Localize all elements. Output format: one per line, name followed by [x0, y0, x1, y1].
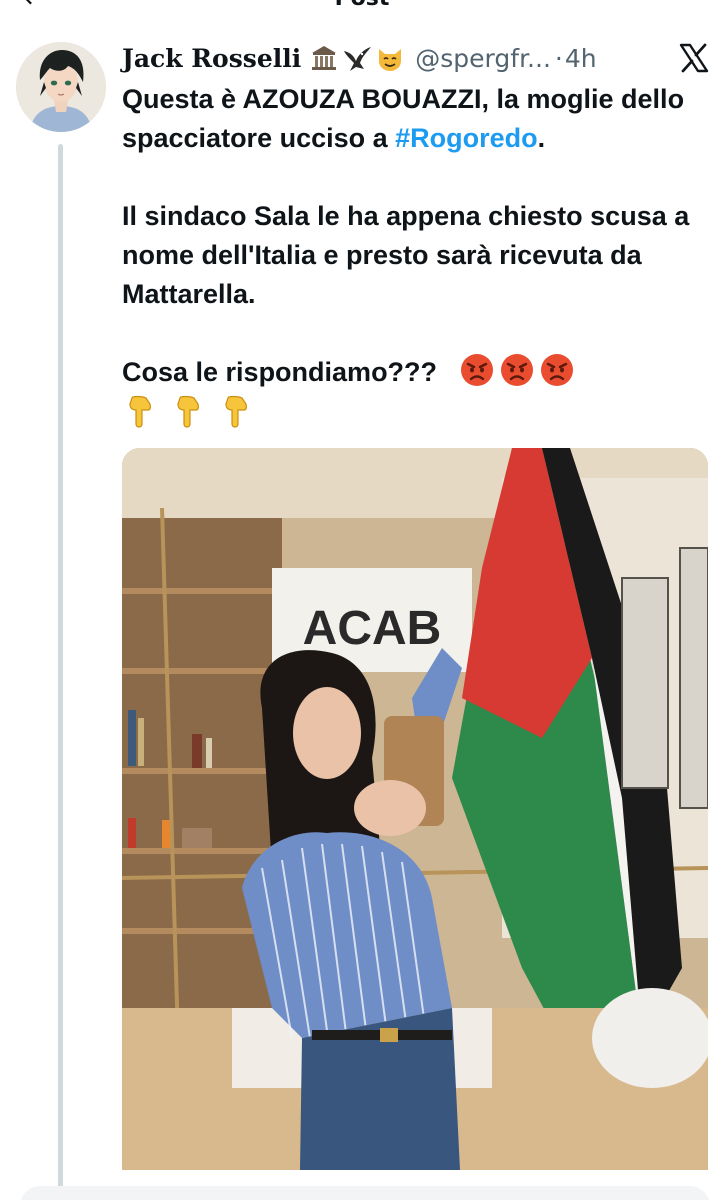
x-logo-icon[interactable] — [678, 42, 710, 74]
author-name-emojis — [309, 43, 405, 73]
author-display-name[interactable]: Jack Rosselli — [122, 44, 301, 73]
angry-face-icon — [541, 354, 574, 386]
pointing-emoji-row — [122, 392, 712, 431]
anime-avatar-icon — [16, 42, 106, 132]
smiling-cat-icon — [379, 49, 402, 71]
post-media-image[interactable]: ACAB — [122, 448, 708, 1170]
mirror-selfie-photo: ACAB — [122, 448, 708, 1170]
avatar[interactable] — [16, 42, 106, 132]
tweet-paragraph-1: Questa è AZOUZA BOUAZZI, la moglie dello… — [122, 80, 712, 158]
post-time[interactable]: 4h — [565, 44, 597, 73]
banner-text: ACAB — [303, 602, 442, 655]
tweet-text: Questa è AZOUZA BOUAZZI, la moglie dello… — [122, 80, 712, 431]
classical-building-icon — [312, 46, 337, 70]
thread-line — [58, 144, 63, 1200]
tweet-question: Cosa le rispondiamo??? — [122, 357, 438, 387]
pointing-down-icon — [225, 395, 247, 428]
pointing-down-icon — [129, 395, 151, 428]
tweet-header: Jack Rosselli @spergfr... · 4h — [122, 36, 712, 80]
eagle-icon — [344, 47, 372, 71]
angry-face-icon — [461, 354, 494, 386]
hashtag-link[interactable]: #Rogoredo — [395, 123, 538, 153]
separator-dot: · — [554, 43, 563, 73]
tweet-paragraph-3: Cosa le rispondiamo??? — [122, 353, 712, 392]
author-handle[interactable]: @spergfr... — [415, 44, 551, 73]
angry-face-icon — [501, 354, 534, 386]
tweet-text-part: . — [537, 123, 546, 153]
pointing-down-icon — [177, 395, 199, 428]
top-nav-bar: ← Post — [0, 0, 724, 12]
tweet-paragraph-2: Il sindaco Sala le ha appena chiesto scu… — [122, 201, 690, 309]
page-title: Post — [0, 0, 724, 11]
reply-bar[interactable] — [20, 1186, 710, 1200]
